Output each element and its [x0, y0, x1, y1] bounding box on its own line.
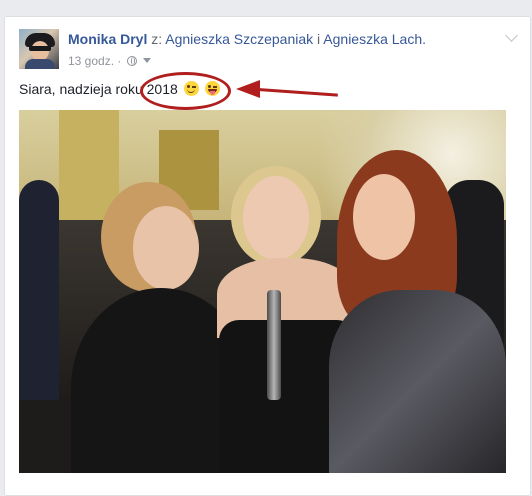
- post-header: Monika Dryl z: Agnieszka Szczepaniak i A…: [68, 31, 426, 47]
- post-meta: 13 godz. ·: [68, 53, 152, 68]
- with-prefix: z:: [151, 31, 163, 47]
- avatar-body: [25, 59, 55, 69]
- photo-background-person: [19, 180, 59, 400]
- annotation-arrow-head: [236, 80, 260, 98]
- photo-person-right-face: [353, 174, 415, 260]
- globe-icon[interactable]: [126, 55, 137, 66]
- avatar-face: [31, 41, 49, 61]
- meta-separator: ·: [117, 53, 122, 68]
- avatar-glasses: [29, 46, 51, 51]
- author-avatar[interactable]: [19, 29, 59, 69]
- post-options-chevron-down-icon[interactable]: [505, 29, 518, 42]
- photo-person-left-face: [133, 206, 199, 290]
- post-timestamp-link[interactable]: 13 godz.: [68, 54, 114, 68]
- tag-conjunction: i: [317, 31, 321, 47]
- photo-person-right-body: [329, 290, 506, 473]
- tagged-friend-link[interactable]: Agnieszka Szczepaniak: [165, 31, 313, 47]
- author-name-link[interactable]: Monika Dryl: [68, 31, 147, 47]
- photo-award-statuette: [267, 290, 281, 400]
- tagged-friend-link[interactable]: Agnieszka Lach.: [323, 31, 426, 47]
- chevron-down-icon[interactable]: [143, 58, 152, 64]
- annotation-circle: [140, 72, 231, 110]
- photo-person-center-face: [243, 176, 309, 260]
- post-photo[interactable]: [19, 110, 506, 473]
